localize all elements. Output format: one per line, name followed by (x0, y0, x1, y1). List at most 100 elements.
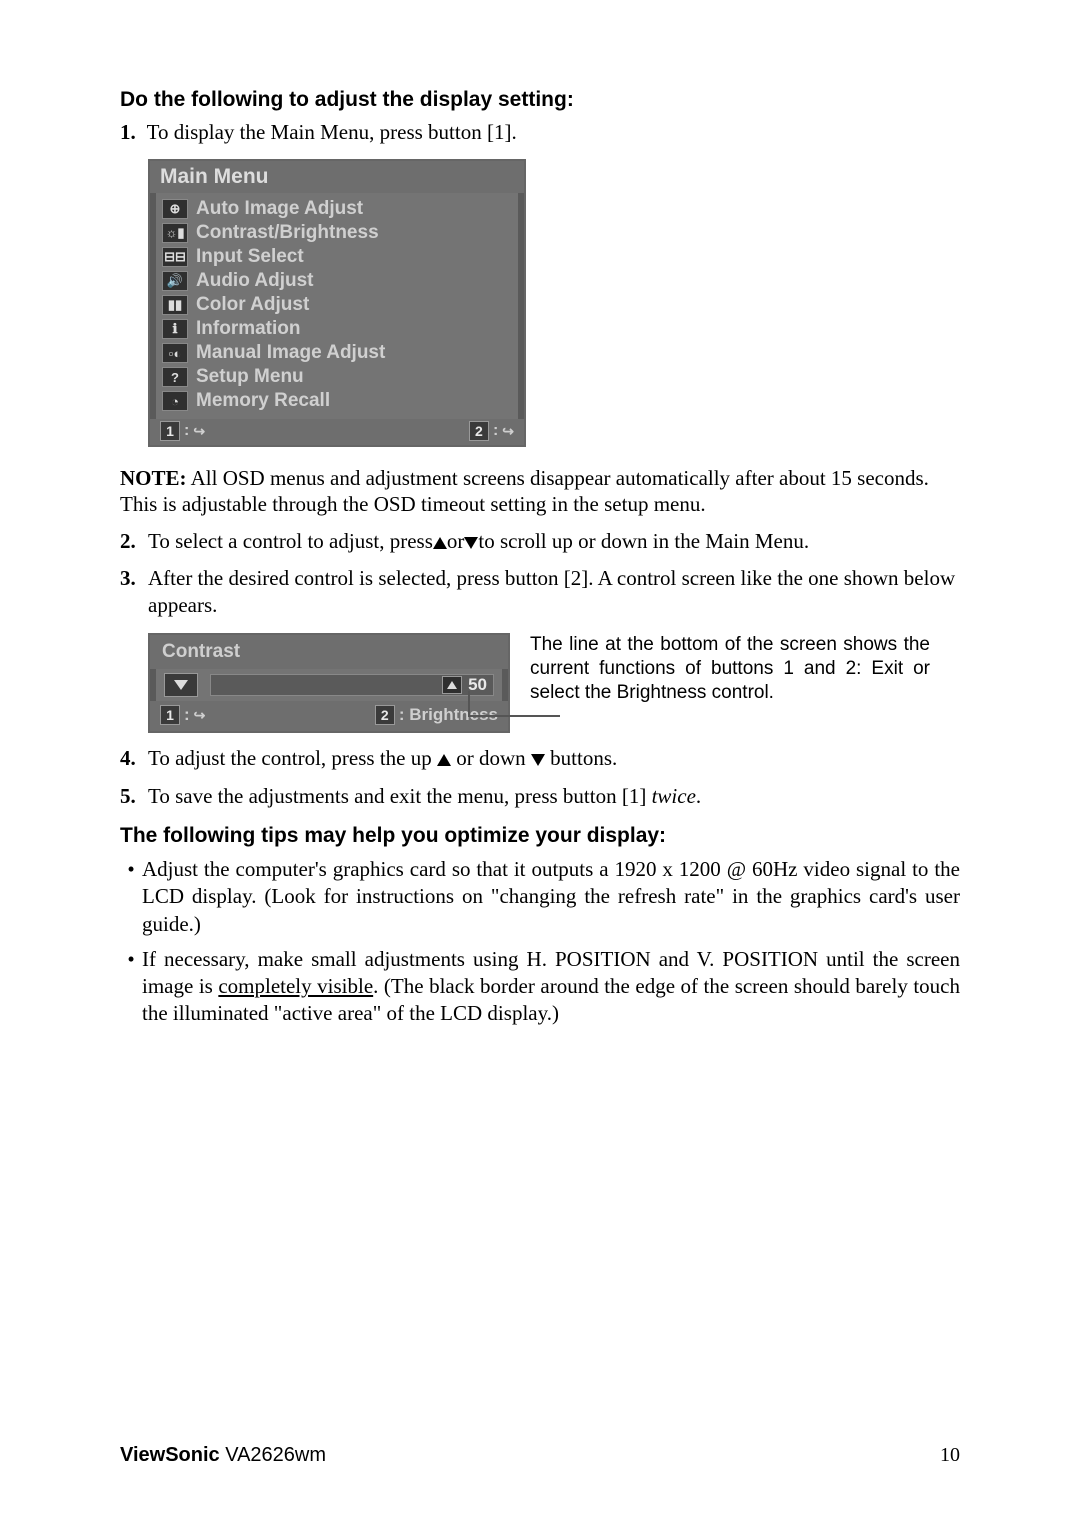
tip-2-text: If necessary, make small adjustments usi… (142, 946, 960, 1028)
step5a: To save the adjustments and exit the men… (148, 784, 652, 808)
step-4-text: To adjust the control, press the up or d… (148, 745, 617, 772)
colon-1: : (184, 422, 189, 440)
menu-item-contrast: ☼▮ Contrast/Brightness (162, 221, 512, 245)
step4a: To adjust the control, press the up (148, 746, 437, 770)
exit-icon-1: ↪ (193, 423, 205, 440)
contrast-panel: Contrast 50 1 : ↪ 2 : (148, 633, 510, 733)
footer-left: ViewSonic VA2626wm (120, 1444, 326, 1467)
step2a: To select a control to adjust, press (148, 529, 433, 553)
step-4-number: 4. (120, 745, 148, 772)
contrast-figure-row: Contrast 50 1 : ↪ 2 : (148, 633, 960, 733)
tips-heading: The following tips may help you optimize… (120, 824, 960, 848)
step4c: buttons. (545, 746, 617, 770)
menu-item-setup: ? Setup Menu (162, 365, 512, 389)
footer-num-2: 2 (469, 421, 489, 441)
step-1-text: To display the Main Menu, press button [… (147, 120, 517, 144)
bullet-dot-1: • (120, 856, 142, 938)
memory-label: Memory Recall (196, 390, 330, 412)
step-3-text: After the desired control is selected, p… (148, 565, 960, 620)
setup-label: Setup Menu (196, 366, 304, 388)
contrast-num-2: 2 (375, 705, 395, 725)
footer-left-cell: 1 : ↪ (160, 421, 205, 441)
contrast-value: 50 (468, 675, 487, 695)
contrast-num-1: 1 (160, 705, 180, 725)
bullet-dot-2: • (120, 946, 142, 1028)
contrast-bar: 50 (210, 674, 494, 696)
exit-icon-2: ↪ (502, 423, 514, 440)
main-menu-figure: Main Menu ⊕ Auto Image Adjust ☼▮ Contras… (148, 159, 960, 447)
contrast-title: Contrast (150, 635, 508, 669)
contrast-bottom: 1 : ↪ 2 : Brightness (150, 701, 508, 731)
auto-image-icon: ⊕ (162, 199, 188, 219)
step-5-text: To save the adjustments and exit the men… (148, 783, 701, 810)
page-footer: ViewSonic VA2626wm 10 (120, 1444, 960, 1467)
step5b: twice (652, 784, 696, 808)
menu-item-info: ℹ Information (162, 317, 512, 341)
footer-brand: ViewSonic (120, 1444, 220, 1466)
memory-icon: ◔ (162, 391, 188, 411)
main-menu-title: Main Menu (150, 161, 524, 193)
info-icon: ℹ (162, 319, 188, 339)
up-triangle-icon (433, 537, 447, 549)
colon-2: : (493, 422, 498, 440)
contrast-bottom-left: 1 : ↪ (160, 705, 205, 725)
step-3: 3. After the desired control is selected… (120, 565, 960, 620)
callout-text: The line at the bottom of the screen sho… (530, 633, 930, 704)
step2c: to scroll up or down in the Main Menu. (478, 529, 809, 553)
callout-line (468, 715, 560, 717)
tip-2: • If necessary, make small adjustments u… (120, 946, 960, 1028)
color-icon: ▮▮ (162, 295, 188, 315)
tip2b: completely visible (218, 974, 373, 998)
step-2-number: 2. (120, 528, 148, 555)
note-prefix: NOTE: (120, 466, 187, 490)
up-triangle-glyph (447, 681, 457, 689)
input-label: Input Select (196, 246, 304, 268)
footer-right-cell: 2 : ↪ (469, 421, 514, 441)
menu-item-manual: ▫◐ Manual Image Adjust (162, 341, 512, 365)
step-3-number: 3. (120, 565, 148, 620)
contrast-slider-row: 50 (150, 669, 508, 701)
step-1: 1. To display the Main Menu, press butto… (120, 120, 960, 145)
menu-item-input: ⊟⊟ Input Select (162, 245, 512, 269)
footer-model: VA2626wm (220, 1444, 326, 1466)
input-icon: ⊟⊟ (162, 247, 188, 267)
contrast-icon: ☼▮ (162, 223, 188, 243)
footer-num-1: 1 (160, 421, 180, 441)
down-triangle-icon-2 (531, 754, 545, 766)
main-menu-body: ⊕ Auto Image Adjust ☼▮ Contrast/Brightne… (150, 193, 524, 419)
step-5-number: 5. (120, 783, 148, 810)
heading-adjust: Do the following to adjust the display s… (120, 88, 960, 112)
menu-item-auto-image: ⊕ Auto Image Adjust (162, 197, 512, 221)
contrast-figure: Contrast 50 1 : ↪ 2 : (148, 633, 510, 733)
step5c: . (696, 784, 701, 808)
step4b: or down (451, 746, 531, 770)
step-1-number: 1. (120, 120, 136, 144)
auto-image-label: Auto Image Adjust (196, 198, 363, 220)
step-5: 5. To save the adjustments and exit the … (120, 783, 960, 810)
step-2-text: To select a control to adjust, press orto… (148, 528, 809, 555)
up-triangle-icon-2 (437, 754, 451, 766)
page-number: 10 (940, 1444, 960, 1467)
color-label: Color Adjust (196, 294, 309, 316)
colon-c1: : (184, 705, 190, 725)
setup-icon: ? (162, 367, 188, 387)
menu-item-color: ▮▮ Color Adjust (162, 293, 512, 317)
down-triangle-glyph (174, 680, 188, 690)
menu-item-audio: 🔊 Audio Adjust (162, 269, 512, 293)
tip-1: • Adjust the computer's graphics card so… (120, 856, 960, 938)
tip-1-text: Adjust the computer's graphics card so t… (142, 856, 960, 938)
menu-item-memory: ◔ Memory Recall (162, 389, 512, 413)
manual-label: Manual Image Adjust (196, 342, 385, 364)
step-4: 4. To adjust the control, press the up o… (120, 745, 960, 772)
main-menu-panel: Main Menu ⊕ Auto Image Adjust ☼▮ Contras… (148, 159, 526, 447)
up-small-button (442, 676, 462, 694)
main-menu-footer: 1 : ↪ 2 : ↪ (150, 419, 524, 445)
step-2: 2. To select a control to adjust, press o… (120, 528, 960, 555)
contrast-label: Contrast/Brightness (196, 222, 379, 244)
note-paragraph: NOTE: All OSD menus and adjustment scree… (120, 465, 960, 518)
audio-icon: 🔊 (162, 271, 188, 291)
exit-icon-c1: ↪ (194, 707, 206, 724)
down-button (164, 673, 198, 697)
audio-label: Audio Adjust (196, 270, 314, 292)
step2b: or (447, 529, 465, 553)
